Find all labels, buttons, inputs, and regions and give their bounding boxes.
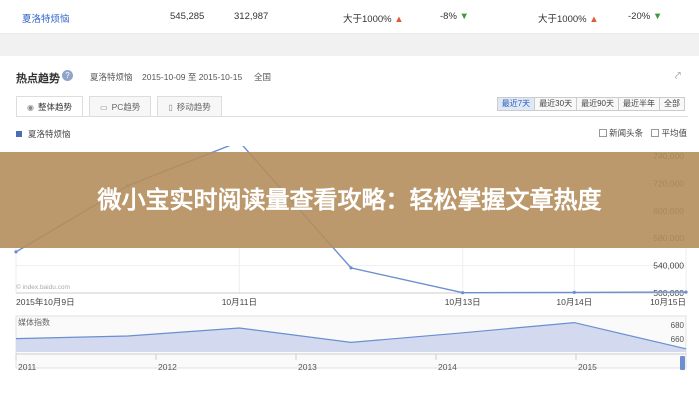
checkbox-icon [599,129,608,137]
keyword-table-row: 夏洛特烦恼 545,285 312,987 大于1000% ▲ -8% ▼ 大于… [0,0,699,34]
value-cell: 545,285 [170,11,205,22]
legend-swatch [16,131,22,137]
y-tick-label: 540,000 [653,261,684,271]
chart-icon: ◉ [27,103,34,112]
tab-divider [16,116,688,117]
data-point [572,290,576,294]
overview-y-tick: 660 [671,335,685,344]
keyword-link[interactable]: 夏洛特烦恼 [22,11,70,25]
x-tick-label: 10月14日 [556,297,592,306]
range-all-button[interactable]: 全部 [659,97,685,111]
change-text: -8% [440,11,457,22]
change-cell: -20% ▼ [628,11,662,22]
change-text: 大于1000% [343,14,392,25]
overview-x-tick: 2012 [158,362,177,372]
tab-label: PC趋势 [111,102,141,112]
range-selector: 最近7天 最近30天 最近90天 最近半年 全部 [496,97,685,111]
banner-title: 微小宝实时阅读量查看攻略：轻松掌握文章热度 [97,186,602,214]
arrow-up-icon: ▲ [589,14,599,25]
data-point [349,266,353,270]
article-title-banner: 微小宝实时阅读量查看攻略：轻松掌握文章热度 [0,152,699,248]
change-cell: -8% ▼ [440,11,469,22]
change-text: -20% [628,11,651,22]
chart-options: 新闻头条 平均值 [599,127,687,139]
x-tick-label: 10月15日 [650,297,686,306]
overview-x-tick: 2015 [578,362,597,372]
overview-x-tick: 2011 [18,362,37,372]
option-label: 平均值 [661,128,687,138]
overview-x-tick: 2013 [298,362,317,372]
arrow-up-icon: ▲ [394,14,404,25]
panel-region: 全国 [254,72,272,82]
change-text: 大于1000% [538,14,587,25]
tab-label: 整体趋势 [37,102,72,112]
value-cell: 312,987 [234,11,269,22]
mobile-icon: ▯ [168,103,173,112]
tab-label: 移动趋势 [176,102,211,112]
data-point [684,290,688,294]
option-label: 新闻头条 [609,128,644,138]
share-icon[interactable]: ⤤ [675,70,681,83]
media-index-overview-chart[interactable]: 媒体指数 680 660 2011 2012 2013 2014 2015 [6,312,699,386]
range-7d-button[interactable]: 最近7天 [496,97,536,111]
arrow-down-icon: ▼ [652,11,663,22]
help-icon[interactable]: ? [62,70,73,81]
overview-label: 媒体指数 [18,317,50,327]
x-tick-label: 2015年10月9日 [16,297,75,306]
data-point [14,250,18,254]
change-cell: 大于1000% ▲ [538,11,599,25]
range-90d-button[interactable]: 最近90天 [576,97,619,111]
legend-label: 夏洛特烦恼 [28,129,71,139]
range-handle [680,356,685,370]
range-half-year-button[interactable]: 最近半年 [618,97,660,111]
tab-overall[interactable]: ◉ 整体趋势 [16,96,83,116]
x-tick-label: 10月11日 [222,297,257,306]
arrow-down-icon: ▼ [459,11,469,22]
tab-mobile[interactable]: ▯ 移动趋势 [157,96,222,116]
overview-x-tick: 2014 [438,362,457,372]
average-checkbox[interactable]: 平均值 [651,128,687,138]
panel-keyword: 夏洛特烦恼 [90,72,133,82]
tab-pc[interactable]: ▭ PC趋势 [89,96,152,116]
trend-tabs: ◉ 整体趋势 ▭ PC趋势 ▯ 移动趋势 [16,96,228,116]
news-checkbox[interactable]: 新闻头条 [599,128,643,138]
panel-title: 热点趋势 [16,73,60,85]
monitor-icon: ▭ [100,103,108,112]
watermark: © index.baidu.com [16,283,70,291]
range-30d-button[interactable]: 最近30天 [534,97,578,111]
section-gap [0,34,699,56]
overview-y-tick: 680 [671,321,685,330]
chart-legend[interactable]: 夏洛特烦恼 [16,128,71,140]
x-tick-label: 10月13日 [445,297,481,306]
change-cell: 大于1000% ▲ [343,11,404,25]
checkbox-icon [651,129,660,137]
panel-date-range: 2015-10-09 至 2015-10-15 [142,72,243,82]
data-point [461,291,465,295]
